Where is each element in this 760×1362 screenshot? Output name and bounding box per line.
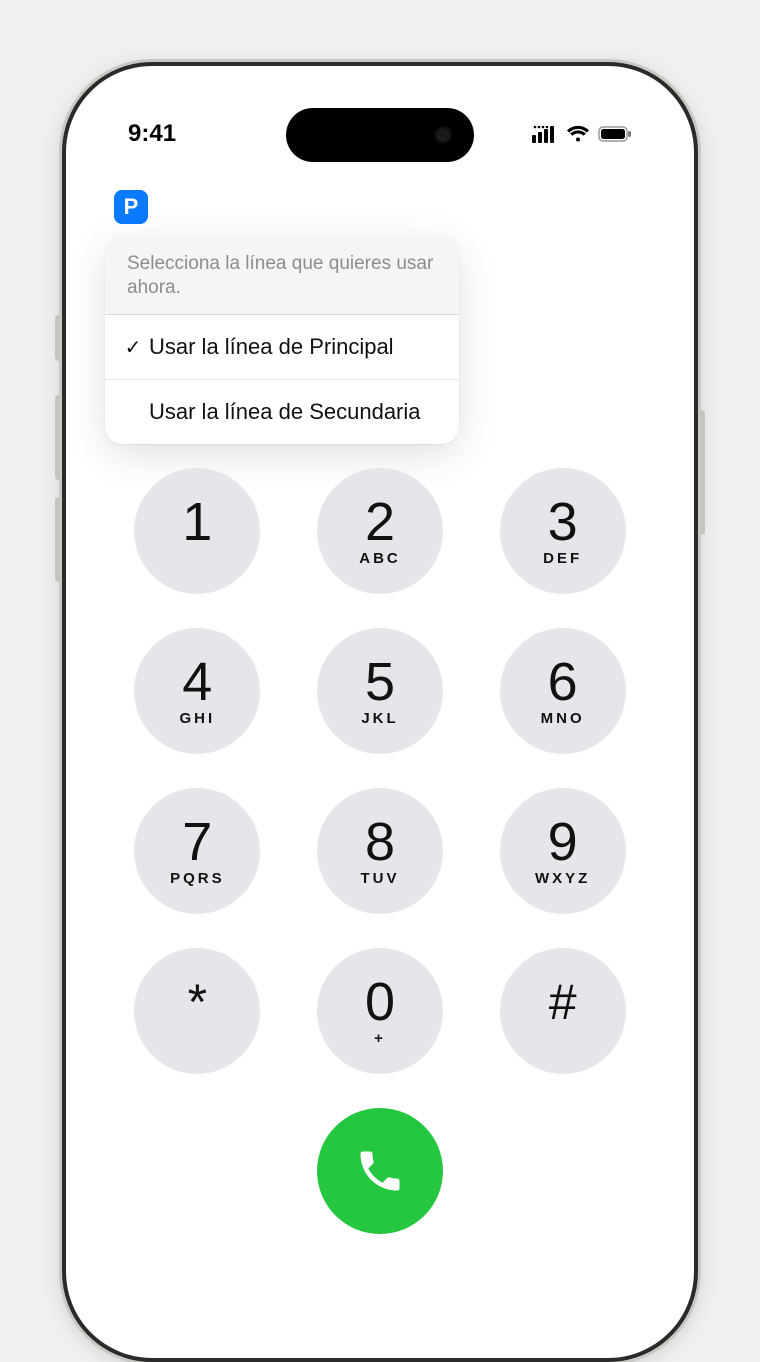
phone-side-button	[697, 410, 705, 535]
key-star[interactable]: *	[134, 948, 260, 1074]
key-letters: TUV	[360, 871, 399, 887]
key-0[interactable]: 0 +	[317, 948, 443, 1074]
popover-header: Selecciona la línea que quieres usar aho…	[105, 236, 459, 315]
key-digit: #	[549, 977, 577, 1027]
key-letters: DEF	[543, 551, 582, 567]
key-7[interactable]: 7 PQRS	[134, 788, 260, 914]
key-9[interactable]: 9 WXYZ	[500, 788, 626, 914]
key-digit: 1	[182, 495, 212, 549]
key-letters: MNO	[541, 711, 585, 727]
line-badge-letter: P	[124, 194, 139, 220]
line-select-popover: Selecciona la línea que quieres usar aho…	[105, 236, 459, 444]
key-8[interactable]: 8 TUV	[317, 788, 443, 914]
wifi-icon	[566, 125, 590, 143]
phone-icon	[354, 1145, 406, 1197]
call-button[interactable]	[317, 1108, 443, 1234]
key-4[interactable]: 4 GHI	[134, 628, 260, 754]
key-letters: +	[374, 1031, 386, 1047]
cellular-icon	[532, 125, 558, 143]
key-letters: GHI	[179, 711, 215, 727]
key-digit: *	[188, 977, 207, 1027]
key-digit: 3	[548, 495, 578, 549]
key-letters: ABC	[359, 551, 401, 567]
key-digit: 2	[365, 495, 395, 549]
key-digit: 6	[548, 655, 578, 709]
popover-option-label: Usar la línea de Secundaria	[149, 398, 421, 426]
phone-screen: 9:41	[78, 78, 682, 1346]
key-digit: 4	[182, 655, 212, 709]
line-badge-button[interactable]: P	[114, 190, 148, 224]
key-3[interactable]: 3 DEF	[500, 468, 626, 594]
key-digit: 5	[365, 655, 395, 709]
key-1[interactable]: 1	[134, 468, 260, 594]
phone-frame: 9:41	[62, 62, 698, 1362]
key-5[interactable]: 5 JKL	[317, 628, 443, 754]
key-letters: JKL	[361, 711, 398, 727]
key-digit: 0	[365, 975, 395, 1029]
key-digit: 7	[182, 815, 212, 869]
key-hash[interactable]: #	[500, 948, 626, 1074]
checkmark-icon: ✓	[121, 335, 145, 360]
status-right	[532, 125, 632, 143]
key-letters: PQRS	[170, 871, 225, 887]
dynamic-island	[286, 108, 474, 162]
key-6[interactable]: 6 MNO	[500, 628, 626, 754]
status-time: 9:41	[128, 120, 176, 148]
key-2[interactable]: 2 ABC	[317, 468, 443, 594]
key-digit: 9	[548, 815, 578, 869]
battery-icon	[598, 126, 632, 142]
popover-option-secundaria[interactable]: ✓ Usar la línea de Secundaria	[105, 380, 459, 444]
keypad: 1 2 ABC 3 DEF 4 GHI 5 JKL 6 MNO	[127, 468, 633, 1234]
key-letters: WXYZ	[535, 871, 590, 887]
popover-option-principal[interactable]: ✓ Usar la línea de Principal	[105, 315, 459, 380]
key-digit: 8	[365, 815, 395, 869]
popover-option-label: Usar la línea de Principal	[149, 333, 394, 361]
